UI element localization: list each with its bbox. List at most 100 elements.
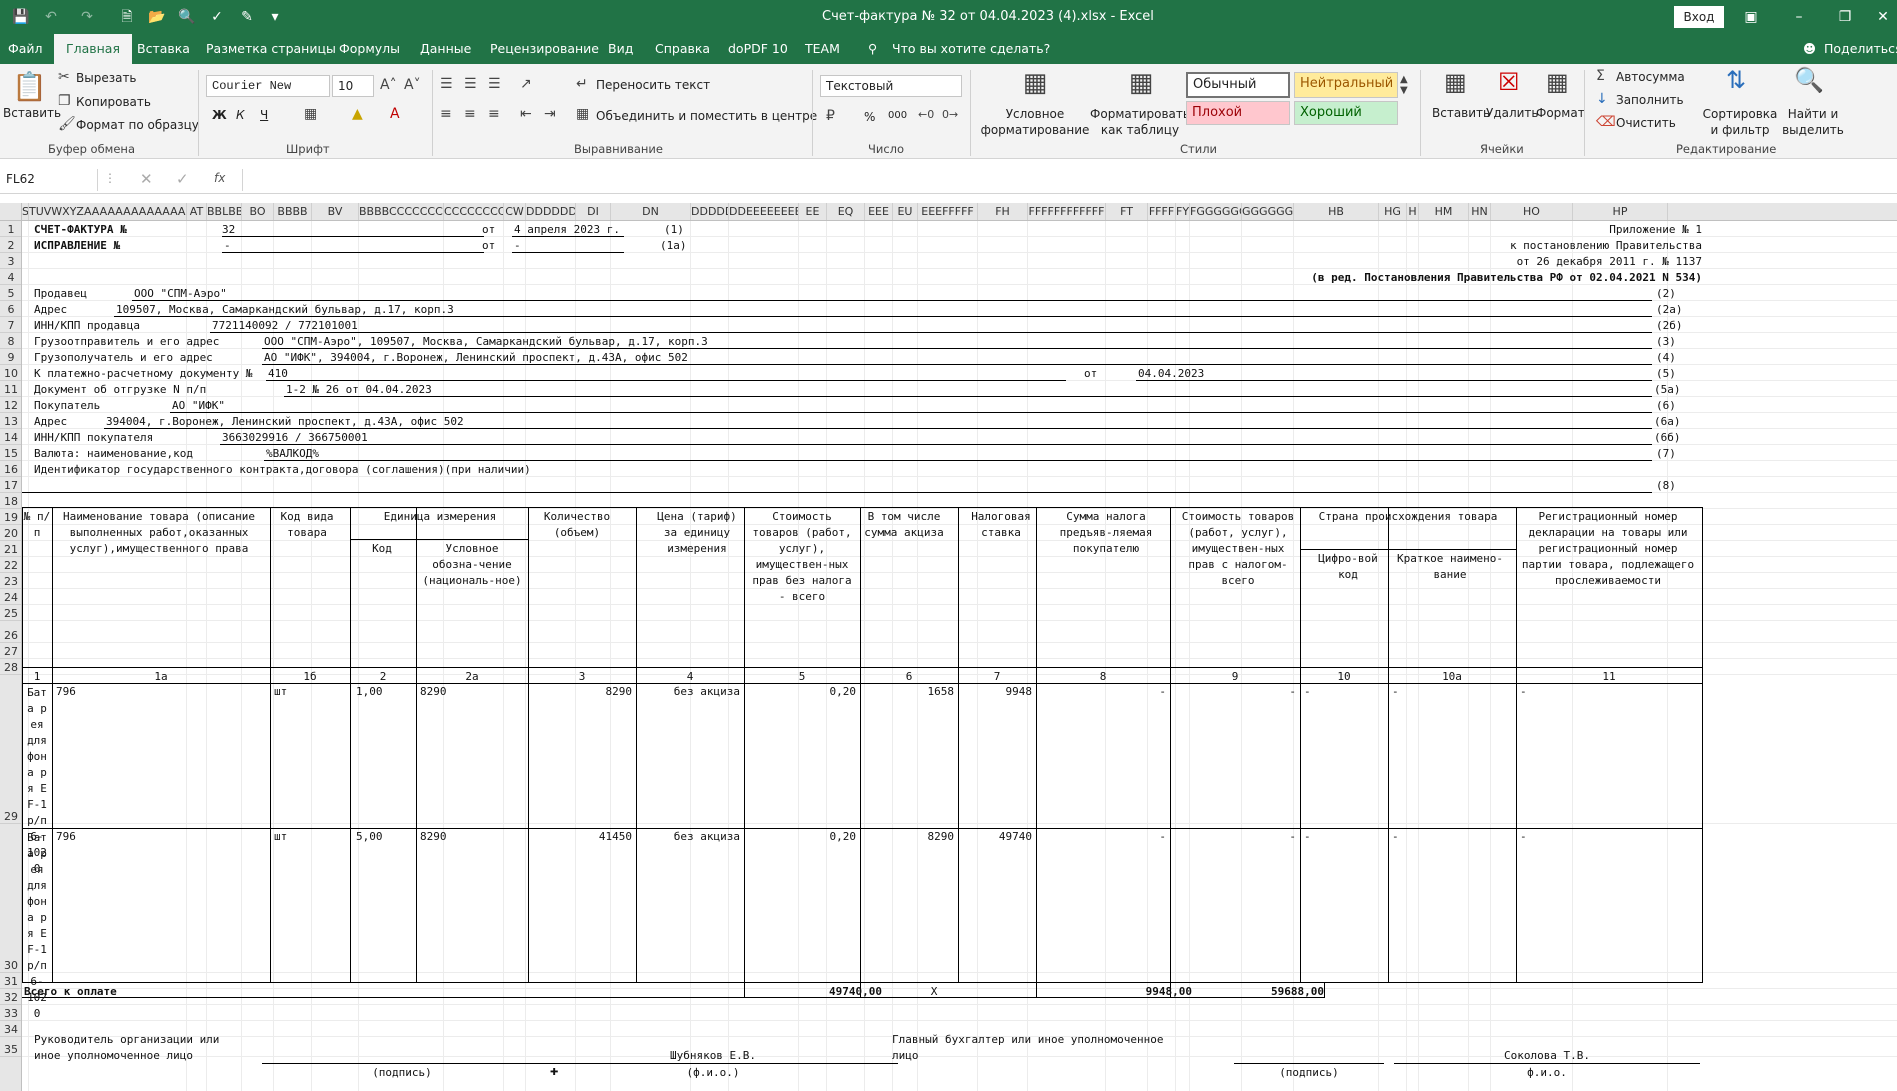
open-folder-icon[interactable]: 📂 bbox=[148, 8, 166, 26]
fill-button[interactable]: Заполнить bbox=[1616, 93, 1684, 107]
login-button[interactable]: Вход bbox=[1674, 6, 1724, 28]
number-format-select[interactable]: Текстовый bbox=[820, 75, 962, 97]
column-header[interactable]: CCCCCCCCC bbox=[444, 203, 504, 220]
increase-decimal-icon[interactable]: ←0 bbox=[918, 108, 934, 121]
spelling-icon[interactable]: ✓ bbox=[208, 8, 226, 26]
tab-insert[interactable]: Вставка bbox=[137, 41, 190, 56]
row-header[interactable]: 31 bbox=[0, 973, 21, 989]
close-icon[interactable]: ✕ bbox=[1874, 8, 1892, 26]
ribbon-display-icon[interactable]: ▣ bbox=[1742, 8, 1760, 26]
row-header[interactable]: 11 bbox=[0, 381, 21, 397]
row-header[interactable]: 34 bbox=[0, 1021, 21, 1037]
save-icon[interactable]: 💾 bbox=[12, 8, 30, 26]
column-header[interactable]: HO bbox=[1491, 203, 1573, 220]
row-header[interactable]: 26 bbox=[0, 621, 21, 643]
align-center-icon[interactable]: ≡ bbox=[464, 106, 476, 122]
row-header[interactable]: 27 bbox=[0, 643, 21, 659]
tab-review[interactable]: Рецензирование bbox=[490, 41, 599, 56]
paste-button[interactable]: Вставить bbox=[3, 106, 61, 120]
tab-data[interactable]: Данные bbox=[420, 41, 471, 56]
style-normal[interactable]: Обычный bbox=[1186, 72, 1290, 98]
cancel-icon[interactable]: ✕ bbox=[140, 170, 153, 188]
column-header[interactable]: EU bbox=[893, 203, 918, 220]
column-header[interactable]: HB bbox=[1294, 203, 1379, 220]
row-header[interactable]: 17 bbox=[0, 477, 21, 493]
column-header[interactable]: EQ bbox=[827, 203, 865, 220]
row-header[interactable]: 24 bbox=[0, 589, 21, 605]
autosum-icon[interactable]: Σ bbox=[1596, 68, 1605, 84]
column-header[interactable]: FFFFFFFFFFFF bbox=[1028, 203, 1106, 220]
insert-cells-icon[interactable]: ▦ bbox=[1444, 68, 1467, 96]
formula-input[interactable] bbox=[242, 169, 1892, 191]
merge-icon[interactable]: ▦ bbox=[576, 106, 589, 122]
row-header[interactable]: 23 bbox=[0, 573, 21, 589]
minimize-icon[interactable]: – bbox=[1790, 8, 1808, 26]
row-header[interactable]: 33 bbox=[0, 1005, 21, 1021]
orientation-icon[interactable]: ↗ bbox=[520, 76, 532, 92]
row-header[interactable]: 1 bbox=[0, 221, 21, 237]
decrease-decimal-icon[interactable]: 0→ bbox=[942, 108, 958, 121]
delete-cells-button[interactable]: Удалить bbox=[1486, 106, 1539, 120]
paste-icon[interactable]: 📋 bbox=[12, 70, 47, 103]
delete-cells-icon[interactable]: ☒ bbox=[1498, 68, 1520, 96]
row-header[interactable]: 3 bbox=[0, 253, 21, 269]
row-header[interactable]: 5 bbox=[0, 285, 21, 301]
find-select-icon[interactable]: 🔍 bbox=[1794, 66, 1824, 94]
clear-button[interactable]: Очистить bbox=[1616, 116, 1676, 130]
customize-toolbar-icon[interactable]: ▾ bbox=[266, 8, 284, 26]
print-preview-icon[interactable]: 🔍 bbox=[178, 8, 196, 26]
share-button[interactable]: Поделиться bbox=[1824, 41, 1897, 56]
font-name-select[interactable]: Courier New bbox=[206, 75, 330, 97]
shrink-font-icon[interactable]: A˅ bbox=[404, 77, 421, 93]
row-header[interactable]: 4 bbox=[0, 269, 21, 285]
copy-button[interactable]: Копировать bbox=[76, 95, 151, 109]
align-left-icon[interactable]: ≡ bbox=[440, 106, 452, 122]
merge-center-button[interactable]: Объединить и поместить в центре bbox=[596, 109, 817, 123]
row-header[interactable]: 30 bbox=[0, 824, 21, 973]
cut-icon[interactable]: ✂ bbox=[58, 69, 70, 85]
column-header[interactable]: BBBBCCCCCCCCCC bbox=[359, 203, 444, 220]
row-header[interactable]: 13 bbox=[0, 413, 21, 429]
underline-button[interactable]: Ч bbox=[260, 108, 268, 122]
row-header[interactable]: 19 bbox=[0, 509, 21, 525]
column-header[interactable]: FGGGGGGG bbox=[1190, 203, 1242, 220]
row-header[interactable]: 28 bbox=[0, 659, 21, 675]
row-header[interactable]: 35 bbox=[0, 1037, 21, 1057]
column-header[interactable]: FY bbox=[1176, 203, 1190, 220]
row-header[interactable]: 8 bbox=[0, 333, 21, 349]
row-header[interactable]: 22 bbox=[0, 557, 21, 573]
thousands-button[interactable]: 000 bbox=[888, 110, 907, 121]
row-header[interactable]: 16 bbox=[0, 461, 21, 477]
tab-home[interactable]: Главная bbox=[54, 34, 132, 64]
touch-mode-icon[interactable]: ✎ bbox=[238, 8, 256, 26]
row-header[interactable]: 18 bbox=[0, 493, 21, 509]
column-header[interactable]: FT bbox=[1106, 203, 1148, 220]
column-header[interactable]: AT bbox=[187, 203, 207, 220]
name-box[interactable]: FL62 bbox=[0, 169, 98, 191]
column-header[interactable]: EEE bbox=[865, 203, 893, 220]
column-header[interactable]: HG bbox=[1379, 203, 1407, 220]
tab-file[interactable]: Файл bbox=[8, 41, 43, 56]
borders-icon[interactable]: ▦ bbox=[304, 106, 317, 122]
find-select-button[interactable]: Найти и выделить bbox=[1780, 106, 1846, 138]
column-header[interactable]: EEEFFFFF bbox=[918, 203, 978, 220]
column-header[interactable]: S bbox=[22, 203, 29, 220]
column-header[interactable]: EE bbox=[799, 203, 827, 220]
column-header[interactable]: BBBB bbox=[274, 203, 312, 220]
name-box-dropdown-icon[interactable]: ⋮ bbox=[104, 171, 116, 185]
fill-icon[interactable]: ↓ bbox=[1596, 91, 1608, 107]
cut-button[interactable]: Вырезать bbox=[76, 71, 137, 85]
styles-scroll-icon[interactable]: ▲ ▼ bbox=[1400, 74, 1408, 96]
decrease-indent-icon[interactable]: ⇤ bbox=[520, 106, 532, 122]
tab-page-layout[interactable]: Разметка страницы bbox=[206, 41, 336, 56]
sort-filter-icon[interactable]: ⇅ bbox=[1726, 66, 1746, 94]
column-header[interactable]: DDDDDDD bbox=[526, 203, 576, 220]
maximize-icon[interactable]: ❐ bbox=[1836, 8, 1854, 26]
font-color-icon[interactable]: A bbox=[390, 106, 400, 122]
column-header[interactable]: BO bbox=[242, 203, 274, 220]
tab-formulas[interactable]: Формулы bbox=[339, 41, 400, 56]
insert-cells-button[interactable]: Вставить bbox=[1432, 106, 1490, 120]
style-bad[interactable]: Плохой bbox=[1186, 101, 1290, 125]
new-file-icon[interactable]: 🗎 bbox=[118, 8, 136, 26]
row-header[interactable]: 25 bbox=[0, 605, 21, 621]
